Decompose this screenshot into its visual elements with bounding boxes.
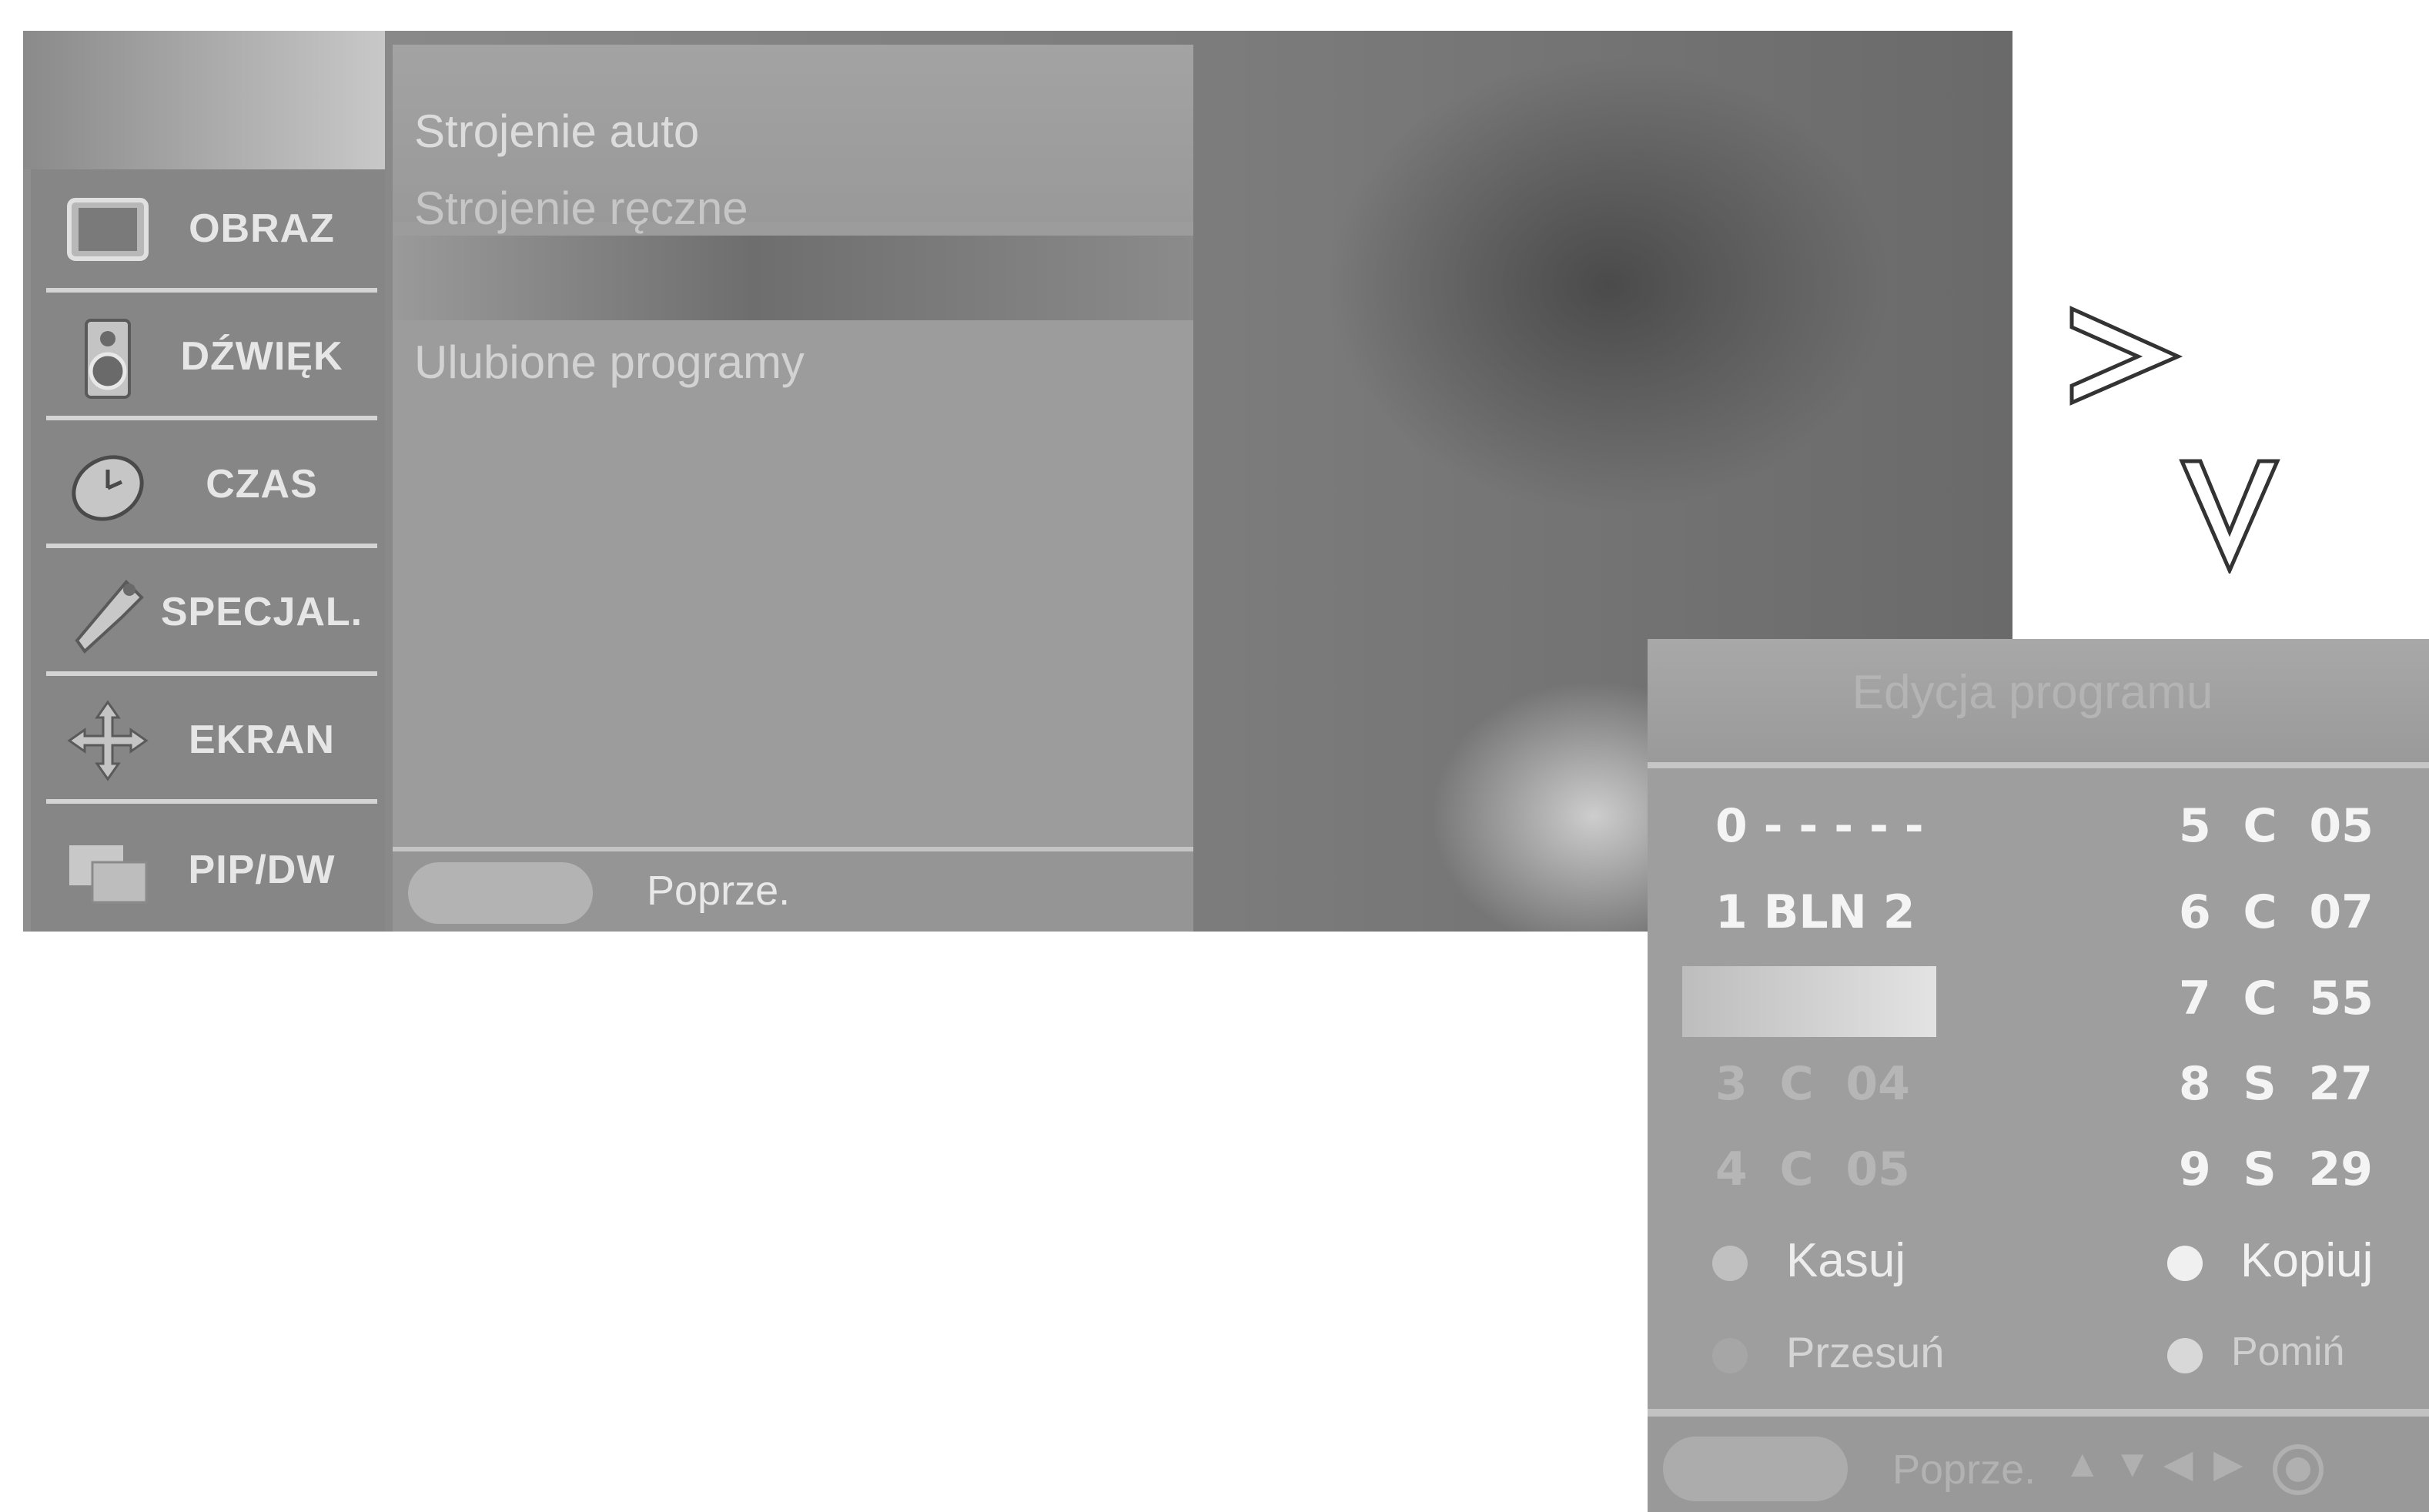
selected-program-highlight [1682,966,1936,1037]
sidebar-item-label: DŹWIĘK [180,334,343,379]
sidebar-item-specjal[interactable]: SPECJAL. [46,553,377,676]
pip-windows-icon [69,845,148,904]
submenu-item-strojenie-reczne[interactable]: Strojenie ręczne [414,182,748,235]
yellow-button-icon [1712,1338,1748,1373]
ok-button-icon [2273,1444,2324,1495]
submenu-item-strojenie-auto[interactable]: Strojenie auto [414,105,699,158]
program-edit-footer: Poprze. ▲ ▼ ◀ ▶ [1648,1409,2429,1512]
sidebar-item-ekran[interactable]: EKRAN [46,681,377,804]
sidebar-header [23,31,385,169]
sidebar-item-label: OBRAZ [189,206,335,251]
red-button-icon [1712,1246,1748,1281]
action-pomin[interactable]: Pomiń [2231,1329,2344,1375]
sidebar-item-label: CZAS [206,462,318,507]
program-item[interactable]: 5 C 05 [2179,799,2374,853]
program-item[interactable]: 0 - - - - - [1715,799,1924,853]
action-kasuj[interactable]: Kasuj [1786,1233,1905,1288]
menu-button-icon[interactable] [1663,1437,1848,1501]
sidebar-item-dzwiek[interactable]: DŹWIĘK [46,297,377,420]
down-arrow-icon: ▼ [2113,1442,2152,1485]
sidebar-item-obraz[interactable]: OBRAZ [46,169,377,293]
program-edit-panel: Edycja programu 0 - - - - - 1 BLN 2 3 C … [1648,639,2429,1512]
tag-icon [75,580,144,654]
program-item[interactable]: 3 C 04 [1715,1057,1910,1111]
sidebar-item-label: PIP/DW [188,848,336,892]
sidebar-item-czas[interactable]: CZAS [46,425,377,548]
program-item[interactable]: 4 C 05 [1715,1142,1910,1196]
sidebar: OBRAZ DŹWIĘK CZAS SPECJAL. EKRAN PIP/DW [31,169,385,932]
right-arrow-icon [2069,306,2183,406]
submenu-selection-highlight [393,236,1193,320]
right-arrow-icon: ▶ [2213,1442,2243,1485]
menu-button-icon[interactable] [408,862,593,924]
action-przesun[interactable]: Przesuń [1786,1327,1944,1377]
up-arrow-icon: ▲ [2063,1442,2102,1485]
sidebar-item-pip-dw[interactable]: PIP/DW [46,808,377,932]
move-arrows-icon [67,700,149,781]
down-arrow-icon [2179,459,2280,574]
program-item[interactable]: 7 C 55 [2179,972,2374,1025]
submenu-footer: Poprze. [393,847,1193,932]
left-arrow-icon: ◀ [2163,1442,2193,1485]
submenu-list: Strojenie auto Strojenie ręczne Ulubione… [393,45,1193,847]
program-item[interactable]: 6 C 07 [2179,885,2374,939]
program-edit-title: Edycja programu [1852,666,2213,719]
tv-screen-icon [67,198,149,261]
footer-back-label: Poprze. [1892,1447,2036,1493]
sidebar-item-label: SPECJAL. [160,590,363,634]
clock-icon [72,455,144,521]
footer-back-label: Poprze. [647,868,791,914]
sidebar-item-label: EKRAN [189,718,335,762]
blue-button-icon [2167,1338,2203,1373]
program-edit-header: Edycja programu [1648,639,2429,768]
program-item[interactable]: 9 S 29 [2179,1142,2373,1196]
speaker-icon [85,319,131,399]
action-kopiuj[interactable]: Kopiuj [2240,1233,2373,1288]
submenu-item-ulubione-programy[interactable]: Ulubione programy [414,336,805,389]
program-item[interactable]: 8 S 27 [2179,1057,2373,1111]
program-item[interactable]: 1 BLN 2 [1715,885,1915,939]
green-button-icon [2167,1246,2203,1281]
